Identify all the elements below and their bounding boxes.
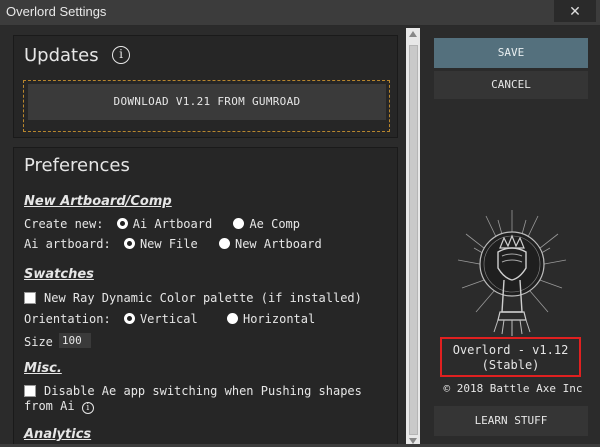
size-input[interactable]: 100 [58, 333, 91, 348]
preferences-title: Preferences [24, 155, 130, 176]
create-new-row: Create new: Ai Artboard Ae Comp [24, 217, 300, 231]
title-bar: Overlord Settings ✕ [0, 0, 600, 26]
version-channel: (Stable) [481, 358, 540, 372]
radio-horizontal[interactable] [226, 313, 238, 324]
ai-artboard-row: Ai artboard: New File New Artboard [24, 237, 322, 251]
orientation-label: Orientation: [24, 312, 111, 326]
radio-new-artboard-label: New Artboard [234, 237, 322, 251]
radio-horizontal-label: Horizontal [242, 312, 316, 326]
learn-stuff-button[interactable]: LEARN STUFF [434, 406, 588, 436]
analytics-heading: Analytics [24, 427, 92, 442]
disable-switching-label: Disable Ae app switching when Pushing sh… [44, 384, 362, 398]
radio-new-file-label: New File [139, 237, 198, 251]
save-button[interactable]: SAVE [434, 38, 588, 68]
size-row: Size 100 [24, 333, 91, 349]
updates-title: Updates [24, 45, 99, 66]
radio-ae-comp[interactable] [233, 218, 245, 229]
info-icon[interactable]: i [81, 402, 94, 414]
overlord-hand-logo-icon [457, 210, 567, 336]
disable-switching-label-2: from Ai [24, 399, 75, 413]
settings-scroll-area: Updates i DOWNLOAD V1.21 FROM GUMROAD Pr… [13, 35, 398, 447]
misc-heading: Misc. [24, 361, 62, 376]
disable-switching-row-2: from Ai i [24, 399, 94, 414]
updates-panel: Updates i DOWNLOAD V1.21 FROM GUMROAD [13, 35, 398, 138]
ray-palette-checkbox[interactable] [24, 292, 36, 304]
close-icon[interactable]: ✕ [554, 0, 596, 22]
version-highlight-box: Overlord - v1.12 (Stable) [440, 337, 581, 377]
new-artboard-heading: New Artboard/Comp [24, 194, 172, 209]
download-button[interactable]: DOWNLOAD V1.21 FROM GUMROAD [28, 84, 386, 120]
size-label: Size [24, 335, 53, 349]
cancel-button[interactable]: CANCEL [434, 71, 588, 99]
window-title: Overlord Settings [6, 4, 107, 19]
radio-ae-comp-label: Ae Comp [249, 217, 301, 231]
scroll-up-arrow-icon[interactable] [409, 31, 417, 37]
scrollbar-thumb[interactable] [409, 45, 418, 435]
disable-switching-row: Disable Ae app switching when Pushing sh… [24, 384, 362, 398]
ray-palette-label: New Ray Dynamic Color palette (if instal… [44, 291, 362, 305]
swatches-heading: Swatches [24, 267, 94, 282]
preferences-panel: Preferences New Artboard/Comp Create new… [13, 147, 398, 447]
radio-vertical[interactable] [123, 313, 135, 324]
info-icon[interactable]: i [112, 46, 130, 64]
version-label: Overlord - v1.12 [452, 343, 569, 357]
radio-new-file[interactable] [123, 238, 135, 249]
ai-artboard-label: Ai artboard: [24, 237, 111, 251]
radio-ai-artboard-label: Ai Artboard [132, 217, 213, 231]
orientation-row: Orientation: Vertical Horizontal [24, 312, 315, 326]
disable-switching-checkbox[interactable] [24, 385, 36, 397]
copyright-text: © 2018 Battle Axe Inc [443, 382, 583, 395]
ray-palette-row: New Ray Dynamic Color palette (if instal… [24, 291, 362, 305]
radio-ai-artboard[interactable] [116, 218, 128, 229]
create-new-label: Create new: [24, 217, 104, 231]
radio-vertical-label: Vertical [139, 312, 198, 326]
radio-new-artboard[interactable] [218, 238, 230, 249]
